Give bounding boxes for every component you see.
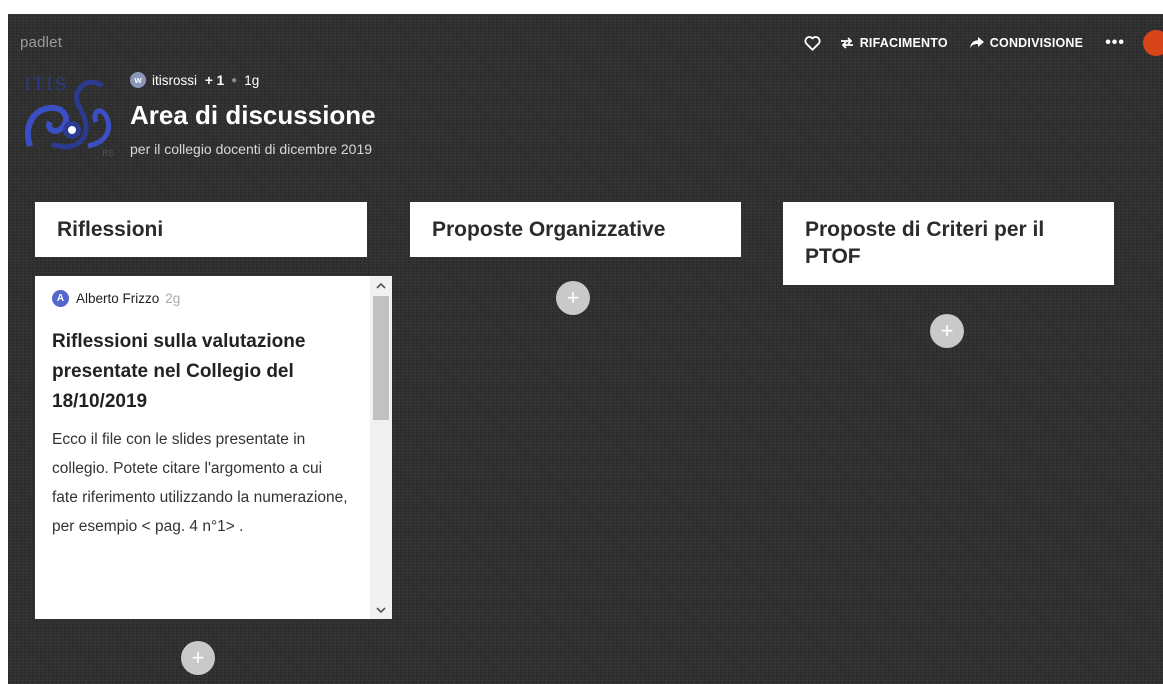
scroll-down-icon[interactable] [370,601,392,619]
post-time: 2g [165,291,181,306]
board-meta: w itisrossi + 1 ● 1g [130,72,259,88]
remake-button[interactable]: RIFACIMENTO [840,36,948,50]
post-content: A Alberto Frizzo 2g Riflessioni sulla va… [35,276,368,619]
brand-logo[interactable]: padlet [20,34,62,51]
column-header-proposte-criteri[interactable]: Proposte di Criteri per il PTOF [783,202,1114,285]
share-button[interactable]: CONDIVISIONE [969,36,1084,50]
svg-text:RS: RS [102,149,114,158]
board-age: 1g [244,72,260,88]
column-header-proposte-organizzative[interactable]: Proposte Organizzative [410,202,741,258]
more-icon[interactable]: ••• [1105,35,1125,51]
separator-dot: ● [231,74,238,86]
remake-label: RIFACIMENTO [859,36,948,50]
owner-avatar[interactable]: w [130,72,146,88]
remake-icon [840,37,853,49]
school-logo: ITIS RS [22,72,120,162]
share-icon [969,37,984,48]
post-author: A Alberto Frizzo 2g [52,290,351,307]
post-scrollbar[interactable] [370,276,392,619]
heart-icon[interactable] [804,34,822,52]
add-post-button-proposte-organizzative[interactable]: + [556,281,590,315]
add-post-button-riflessioni[interactable]: + [181,641,215,675]
page-title: Area di discussione [130,100,376,130]
add-post-button-proposte-criteri[interactable]: + [930,314,964,348]
svg-text:ITIS: ITIS [24,75,68,95]
post-title: Riflessioni sulla valutazione presentate… [52,331,306,412]
toolbar-actions: RIFACIMENTO CONDIVISIONE ••• [804,30,1163,56]
owner-name[interactable]: itisrossi [152,73,197,88]
contributors-count[interactable]: + 1 [205,73,224,88]
user-avatar[interactable] [1143,30,1163,56]
column-header-riflessioni[interactable]: Riflessioni [35,202,367,258]
post-body: Ecco il file con le slides presentate in… [52,431,348,535]
scrollbar-thumb[interactable] [373,296,389,420]
post-card[interactable]: A Alberto Frizzo 2g Riflessioni sulla va… [35,276,392,619]
author-name[interactable]: Alberto Frizzo [76,291,159,306]
share-label: CONDIVISIONE [989,36,1084,50]
padlet-board: padlet RIFACIMENTO CONDIVISIONE ••• ITIS… [8,14,1163,684]
author-avatar[interactable]: A [52,290,69,307]
page-subtitle: per il collegio docenti di dicembre 2019 [130,141,373,157]
top-bar: padlet RIFACIMENTO CONDIVISIONE ••• [8,14,1163,70]
scroll-up-icon[interactable] [370,276,392,294]
